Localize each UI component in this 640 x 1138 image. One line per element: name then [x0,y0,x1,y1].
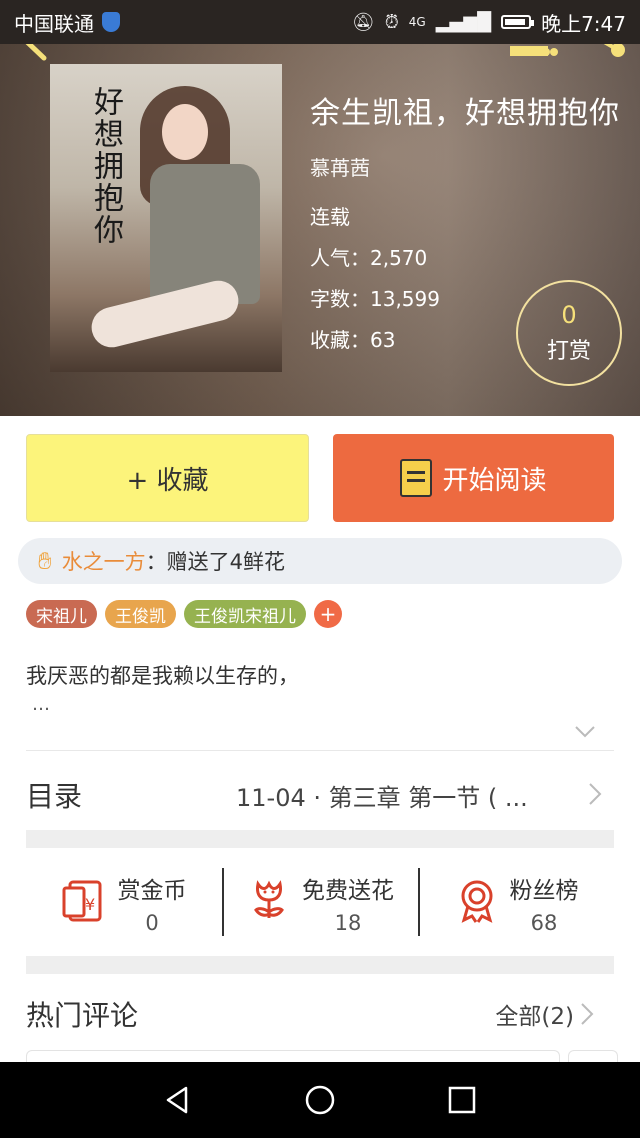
tip-label: 打赏 [546,339,591,364]
coins-value: 0 [145,911,159,935]
book-cover[interactable]: 好想拥抱你 [50,64,282,372]
network-label: 4G [408,15,426,29]
hot-comments-title: 热门评论 [26,999,139,1032]
table-of-contents-row[interactable]: 目录 11-04 · 第三章 第一节 ( ... [26,760,614,830]
hot-comments-header: 热门评论 全部(2) [26,986,614,1042]
gift-ticker[interactable]: ✋︎ 水之一方 ：赠送了4鲜花 [18,538,622,584]
add-to-favorites-button[interactable]: + 收藏 [26,434,309,522]
signal-icon: ▂▄▆█ [435,11,492,33]
ticker-message: ：赠送了4鲜花 [145,550,286,574]
fan-ranking-value: 68 [530,911,558,935]
tag-list: 宋祖儿 王俊凯 王俊凯宋祖儿 + [26,600,342,628]
book-status: 连载 [310,205,350,229]
tag-item[interactable]: 王俊凯宋祖儿 [184,600,306,628]
red-envelope-icon: ¥ [62,878,108,928]
stats-row: ¥ 赏金币 0 免费送花 18 粉丝榜 68 [26,852,614,954]
fan-ranking-stat[interactable]: 粉丝榜 68 [418,852,614,954]
tag-item[interactable]: 王俊凯 [105,600,176,628]
flower-icon [246,878,292,928]
book-title: 余生凯祖，好想拥抱你 [310,96,620,131]
book-description: 我厌恶的都是我赖以生存的， [26,664,299,688]
start-reading-button[interactable]: 开始阅读 [333,434,614,522]
cover-figure-face [162,104,208,160]
tip-count: 0 [561,301,577,329]
chevron-right-icon [581,1003,594,1025]
system-nav-bar [0,1062,640,1138]
chevron-right-icon [589,783,602,805]
section-separator [26,830,614,848]
free-flowers-stat[interactable]: 免费送花 18 [222,852,418,954]
shield-icon [102,12,120,32]
clock: 晚上7:47 [541,11,626,36]
description-ellipsis: … [32,694,50,715]
back-nav-icon[interactable] [162,1084,194,1116]
coins-label: 赏金币 [117,878,187,904]
read-label: 开始阅读 [442,465,547,496]
status-left: 中国联通 [14,8,120,37]
carrier-name: 中国联通 [14,11,94,36]
svg-text:¥: ¥ [85,895,95,914]
tip-button[interactable]: 0 打赏 [516,280,622,386]
view-all-comments-link[interactable]: 全部(2) [495,997,574,1031]
status-right: 🔕︎ ⏰︎ 4G ▂▄▆█ 晚上7:47 [352,8,626,37]
toc-label: 目录 [26,780,83,813]
clap-icon: ✋︎ [38,547,52,575]
book-popularity: 人气：2,570 [310,246,428,270]
latest-chapter: 11-04 · 第三章 第一节 ( ... [236,783,528,812]
divider [26,750,614,751]
cover-title: 好想拥抱你 [88,86,123,246]
favorite-label: + 收藏 [126,465,209,496]
free-flowers-value: 18 [334,911,362,935]
status-bar: 中国联通 🔕︎ ⏰︎ 4G ▂▄▆█ 晚上7:47 [0,0,640,44]
mute-icon: 🔕︎ [351,11,375,33]
book-author[interactable]: 慕苒茜 [310,152,620,181]
medal-icon [454,878,500,928]
chevron-down-icon [575,726,595,738]
book-icon [400,459,433,497]
recents-nav-icon[interactable] [446,1084,478,1116]
coins-stat[interactable]: ¥ 赏金币 0 [26,852,222,954]
add-tag-button[interactable]: + [314,600,342,628]
free-flowers-label: 免费送花 [302,878,394,904]
fan-ranking-label: 粉丝榜 [509,878,579,904]
home-nav-icon[interactable] [304,1084,336,1116]
section-separator [26,956,614,974]
expand-description-button[interactable] [574,724,596,738]
alarm-icon: ⏰︎ [384,11,399,33]
battery-icon [501,15,535,29]
ticker-user[interactable]: 水之一方 [62,546,146,576]
tag-item[interactable]: 宋祖儿 [26,600,97,628]
